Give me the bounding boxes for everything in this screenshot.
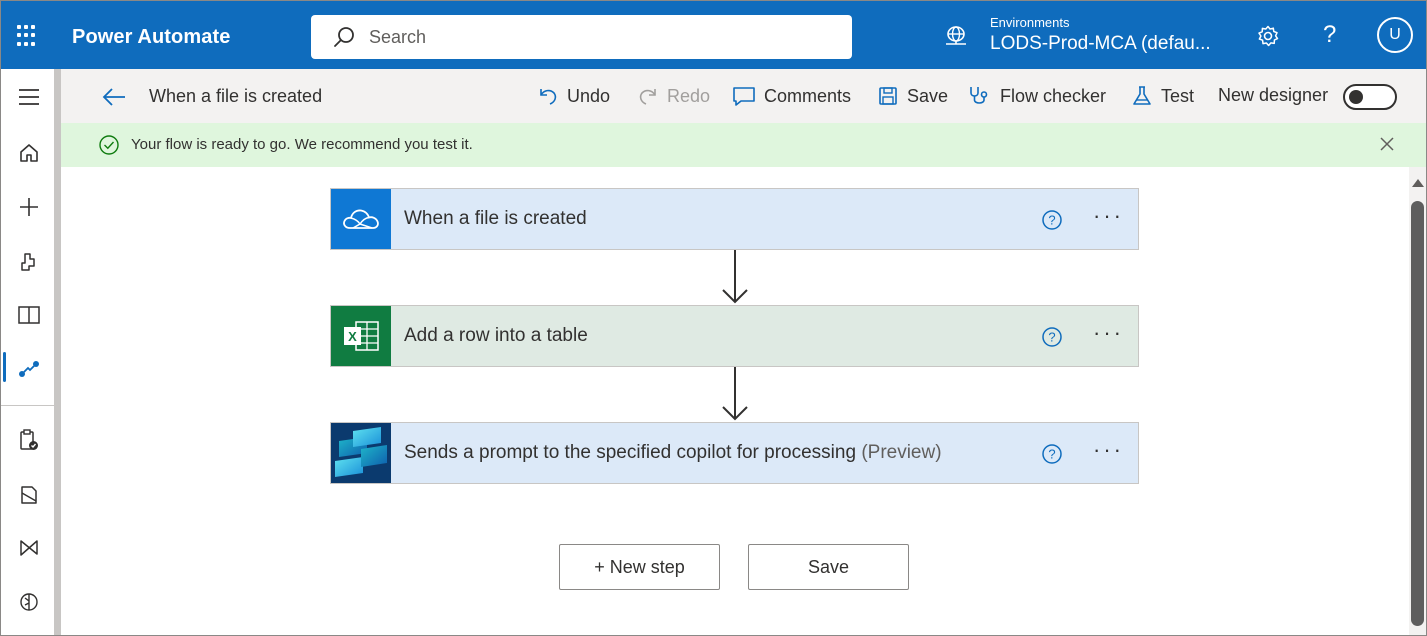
step-card-copilot[interactable]: Sends a prompt to the specified copilot … — [330, 422, 1139, 484]
app-window: Power Automate Environments LODS-Prod-MC… — [0, 0, 1427, 636]
home-icon[interactable] — [1, 131, 57, 175]
help-circle-icon[interactable]: ? — [1041, 443, 1063, 465]
templates-icon[interactable] — [1, 240, 57, 284]
search-input[interactable] — [369, 25, 829, 49]
environments-label: Environments — [990, 15, 1070, 30]
copilot-studio-icon — [331, 423, 391, 483]
banner-message: Your flow is ready to go. We recommend y… — [131, 136, 473, 153]
redo-icon — [639, 89, 656, 105]
help-circle-icon[interactable]: ? — [1041, 209, 1063, 231]
my-flows-icon[interactable] — [1, 347, 57, 391]
back-arrow-icon[interactable] — [101, 85, 127, 109]
app-name[interactable]: Power Automate — [72, 26, 230, 49]
new-step-button[interactable]: + New step — [559, 544, 720, 590]
undo-icon — [540, 89, 557, 105]
search-icon — [334, 27, 354, 47]
solutions-icon[interactable] — [1, 473, 57, 517]
test-label: Test — [1161, 85, 1195, 106]
onedrive-icon — [331, 189, 391, 249]
help-button[interactable]: ? — [1323, 21, 1336, 49]
step-more-options-button[interactable]: ··· — [1093, 320, 1124, 346]
hamburger-menu-icon[interactable] — [1, 75, 57, 119]
connector-arrow-icon — [722, 367, 748, 421]
svg-text:?: ? — [1048, 213, 1055, 228]
save-icon — [879, 87, 897, 105]
test-button[interactable]: Test — [1131, 85, 1194, 107]
comments-label: Comments — [764, 85, 852, 106]
checkmark-circle-icon — [99, 135, 119, 155]
app-launcher-icon[interactable] — [17, 25, 39, 47]
step-card-excel[interactable]: X Add a row into a table ? ··· — [330, 305, 1139, 367]
redo-button[interactable]: Redo — [637, 85, 710, 107]
redo-label: Redo — [667, 85, 711, 106]
flow-checker-label: Flow checker — [1000, 85, 1107, 106]
preview-tag: (Preview) — [861, 442, 942, 463]
close-icon[interactable] — [1379, 136, 1395, 152]
undo-button[interactable]: Undo — [537, 85, 610, 107]
step-more-options-button[interactable]: ··· — [1093, 203, 1124, 229]
learn-book-icon[interactable] — [1, 293, 57, 337]
svg-text:X: X — [348, 329, 357, 344]
new-designer-label: New designer — [1218, 85, 1328, 106]
step-card-trigger[interactable]: When a file is created ? ··· — [330, 188, 1139, 250]
stethoscope-icon — [970, 87, 988, 104]
step-label: Sends a prompt to the specified copilot … — [404, 442, 942, 463]
flow-title: When a file is created — [149, 86, 323, 106]
user-avatar[interactable]: U — [1377, 17, 1413, 53]
ai-hub-icon[interactable] — [1, 580, 57, 624]
save-command-label: Save — [907, 85, 949, 106]
svg-text:?: ? — [1048, 330, 1055, 345]
top-header: Power Automate Environments LODS-Prod-MC… — [1, 1, 1426, 69]
rail-separator — [1, 405, 55, 406]
create-plus-icon[interactable] — [1, 185, 57, 229]
svg-text:?: ? — [1048, 447, 1055, 462]
help-circle-icon[interactable]: ? — [1041, 326, 1063, 348]
step-label: Add a row into a table — [404, 325, 588, 346]
comment-icon — [733, 87, 755, 106]
scrollbar-thumb[interactable] — [1411, 201, 1424, 626]
step-label: When a file is created — [404, 208, 587, 229]
step-more-options-button[interactable]: ··· — [1093, 437, 1124, 463]
flask-icon — [1133, 86, 1151, 105]
save-command-button[interactable]: Save — [877, 85, 948, 107]
new-designer-text: New designer — [1218, 85, 1329, 105]
process-mining-icon[interactable] — [1, 526, 57, 570]
connector-arrow-icon — [722, 250, 748, 304]
comments-button[interactable]: Comments — [732, 85, 851, 107]
new-designer-toggle[interactable] — [1343, 84, 1397, 110]
save-button[interactable]: Save — [748, 544, 909, 590]
environment-picker[interactable]: LODS-Prod-MCA (defau... — [990, 33, 1211, 55]
flow-checker-button[interactable]: Flow checker — [968, 85, 1106, 107]
environment-icon[interactable] — [944, 25, 968, 47]
toggle-knob — [1349, 90, 1363, 104]
excel-icon: X — [331, 306, 391, 366]
search-box[interactable] — [311, 15, 852, 59]
undo-label: Undo — [567, 85, 611, 106]
settings-gear-icon[interactable] — [1256, 24, 1280, 48]
scroll-up-arrow-icon[interactable] — [1412, 179, 1424, 187]
approvals-icon[interactable] — [1, 418, 57, 462]
